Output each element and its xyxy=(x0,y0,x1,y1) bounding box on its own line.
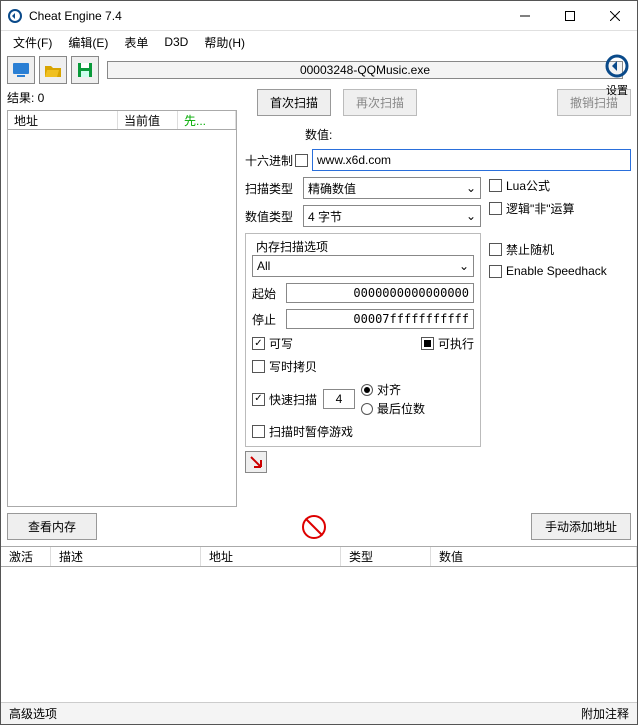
col-address[interactable]: 地址 xyxy=(8,111,118,129)
process-bar: 00003248-QQMusic.exe xyxy=(107,61,623,79)
advanced-options[interactable]: 高级选项 xyxy=(9,705,57,722)
executable-checkbox[interactable] xyxy=(421,337,434,350)
menu-help[interactable]: 帮助(H) xyxy=(196,32,253,53)
lua-checkbox[interactable] xyxy=(489,179,502,192)
norandom-checkbox[interactable] xyxy=(489,243,502,256)
alignment-input[interactable] xyxy=(323,389,355,409)
results-list[interactable] xyxy=(7,130,237,507)
value-input[interactable] xyxy=(312,149,631,171)
stop-label: 停止 xyxy=(252,311,286,328)
minimize-button[interactable] xyxy=(502,1,547,30)
cow-checkbox[interactable] xyxy=(252,360,265,373)
chevron-down-icon: ⌄ xyxy=(459,259,469,273)
start-input[interactable] xyxy=(286,283,474,303)
menu-file[interactable]: 文件(F) xyxy=(5,32,60,53)
chevron-down-icon: ⌄ xyxy=(466,209,476,223)
th-addr[interactable]: 地址 xyxy=(201,547,341,566)
memscan-legend: 内存扫描选项 xyxy=(252,238,332,255)
hex-label: 十六进制 xyxy=(245,152,295,169)
stop-input[interactable] xyxy=(286,309,474,329)
lastdigits-radio[interactable] xyxy=(361,403,373,415)
no-entry-icon[interactable] xyxy=(302,515,326,539)
add-selected-button[interactable] xyxy=(245,451,267,473)
menu-table[interactable]: 表单 xyxy=(116,32,156,53)
view-memory-button[interactable]: 查看内存 xyxy=(7,513,97,540)
add-address-button[interactable]: 手动添加地址 xyxy=(531,513,631,540)
pause-checkbox[interactable] xyxy=(252,425,265,438)
th-active[interactable]: 激活 xyxy=(1,547,51,566)
memscan-region-select[interactable]: All ⌄ xyxy=(252,255,474,277)
scantype-label: 扫描类型 xyxy=(245,180,303,197)
th-type[interactable]: 类型 xyxy=(341,547,431,566)
cheat-table[interactable] xyxy=(1,567,637,717)
open-file-button[interactable] xyxy=(39,56,67,84)
chevron-down-icon: ⌄ xyxy=(466,181,476,195)
value-label: 数值: xyxy=(305,126,332,143)
col-current[interactable]: 当前值 xyxy=(118,111,178,129)
results-header: 地址 当前值 先... xyxy=(7,110,237,130)
open-process-button[interactable] xyxy=(7,56,35,84)
valuetype-label: 数值类型 xyxy=(245,208,303,225)
next-scan-button: 再次扫描 xyxy=(343,89,417,116)
maximize-button[interactable] xyxy=(547,1,592,30)
not-checkbox[interactable] xyxy=(489,202,502,215)
table-extras[interactable]: 附加注释 xyxy=(581,705,629,722)
settings-button[interactable]: 设置 xyxy=(599,53,635,98)
speedhack-checkbox[interactable] xyxy=(489,265,502,278)
th-value[interactable]: 数值 xyxy=(431,547,637,566)
menu-d3d[interactable]: D3D xyxy=(156,33,196,51)
first-scan-button[interactable]: 首次扫描 xyxy=(257,89,331,116)
valuetype-select[interactable]: 4 字节 ⌄ xyxy=(303,205,481,227)
scantype-select[interactable]: 精确数值 ⌄ xyxy=(303,177,481,199)
close-button[interactable] xyxy=(592,1,637,30)
start-label: 起始 xyxy=(252,285,286,302)
th-desc[interactable]: 描述 xyxy=(51,547,201,566)
app-icon xyxy=(7,8,23,24)
writable-checkbox[interactable] xyxy=(252,337,265,350)
results-count: 结果: 0 xyxy=(7,87,237,110)
window-title: Cheat Engine 7.4 xyxy=(29,9,502,23)
process-name: 00003248-QQMusic.exe xyxy=(300,63,430,77)
col-previous[interactable]: 先... xyxy=(178,111,236,129)
save-button[interactable] xyxy=(71,56,99,84)
align-radio[interactable] xyxy=(361,384,373,396)
fastscan-checkbox[interactable] xyxy=(252,393,265,406)
menu-edit[interactable]: 编辑(E) xyxy=(60,32,116,53)
hex-checkbox[interactable] xyxy=(295,154,308,167)
